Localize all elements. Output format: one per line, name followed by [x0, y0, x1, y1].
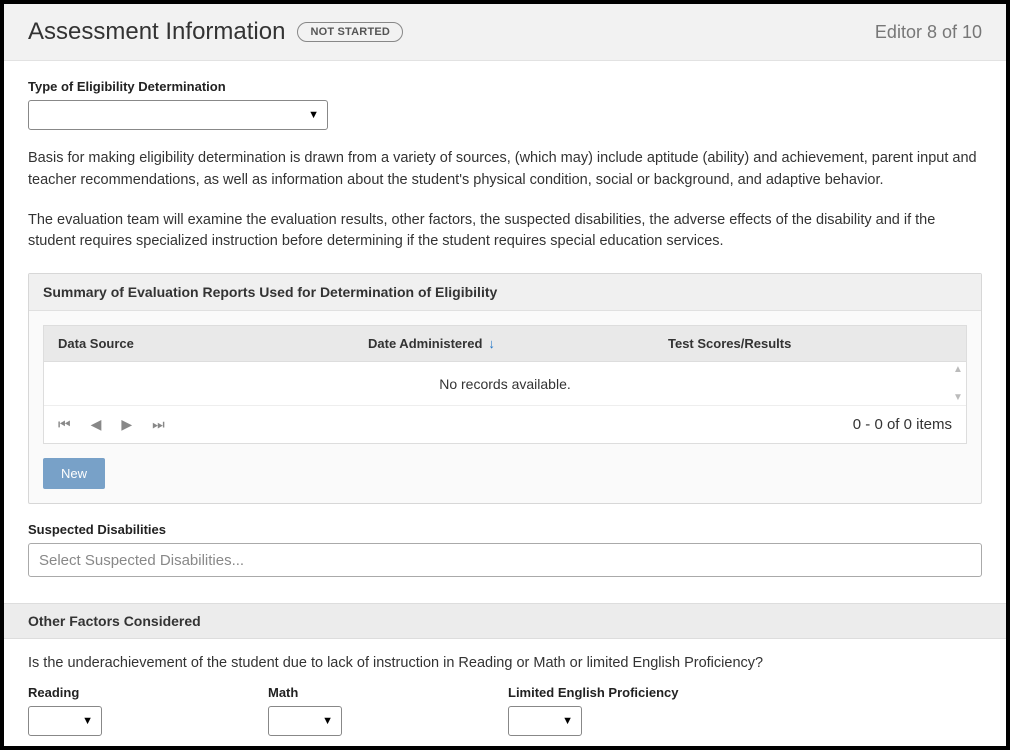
chevron-down-icon: ▼ [322, 715, 333, 727]
lep-label: Limited English Proficiency [508, 685, 808, 700]
reading-select[interactable]: ▼ [28, 706, 102, 736]
pager-last-icon[interactable]: ⏭ [152, 416, 165, 433]
type-of-eligibility-select[interactable]: ▼ [28, 100, 328, 130]
suspected-disabilities-label: Suspected Disabilities [28, 522, 982, 537]
underachievement-question: Is the underachievement of the student d… [4, 639, 1006, 671]
suspected-disabilities-input[interactable]: Select Suspected Disabilities... [28, 543, 982, 577]
scroll-down-icon: ▼ [953, 392, 963, 403]
column-test-scores[interactable]: Test Scores/Results [654, 326, 966, 361]
pager: ⏮ ◀ ▶ ⏭ [58, 416, 165, 433]
suspected-disabilities-placeholder: Select Suspected Disabilities... [39, 552, 244, 569]
chevron-down-icon: ▼ [308, 109, 319, 121]
grid-header-row: Data Source Date Administered ↓ Test Sco… [44, 326, 966, 362]
page-title: Assessment Information [28, 18, 285, 46]
summary-panel-header: Summary of Evaluation Reports Used for D… [29, 274, 981, 311]
math-label: Math [268, 685, 508, 700]
grid-empty-text: No records available. [439, 376, 571, 392]
pager-items-count: 0 - 0 of 0 items [853, 416, 952, 433]
pager-next-icon[interactable]: ▶ [121, 416, 132, 433]
grid-empty-row: No records available. ▲ ▼ [44, 362, 966, 406]
type-of-eligibility-label: Type of Eligibility Determination [28, 79, 982, 94]
pager-prev-icon[interactable]: ◀ [91, 416, 102, 433]
editor-counter: Editor 8 of 10 [875, 22, 982, 43]
basis-paragraph: Basis for making eligibility determinati… [28, 148, 982, 192]
grid-footer: ⏮ ◀ ▶ ⏭ 0 - 0 of 0 items [44, 406, 966, 443]
status-badge: NOT STARTED [297, 22, 403, 42]
sort-ascending-icon: ↓ [488, 336, 495, 351]
math-select[interactable]: ▼ [268, 706, 342, 736]
reading-label: Reading [28, 685, 268, 700]
column-date-administered-label: Date Administered [368, 336, 482, 351]
new-button[interactable]: New [43, 458, 105, 489]
summary-panel: Summary of Evaluation Reports Used for D… [28, 273, 982, 504]
column-data-source[interactable]: Data Source [44, 326, 354, 361]
chevron-down-icon: ▼ [562, 715, 573, 727]
grid-scrollbar[interactable]: ▲ ▼ [952, 364, 964, 403]
evaluation-reports-grid: Data Source Date Administered ↓ Test Sco… [43, 325, 967, 444]
page-header: Assessment Information NOT STARTED Edito… [4, 4, 1006, 61]
factor-selects-row: Reading ▼ Math ▼ Limited English Profici… [4, 671, 1006, 736]
lep-select[interactable]: ▼ [508, 706, 582, 736]
scroll-up-icon: ▲ [953, 364, 963, 375]
chevron-down-icon: ▼ [82, 715, 93, 727]
pager-first-icon[interactable]: ⏮ [58, 416, 71, 433]
column-date-administered[interactable]: Date Administered ↓ [354, 326, 654, 361]
other-factors-header: Other Factors Considered [4, 603, 1006, 639]
evaluation-paragraph: The evaluation team will examine the eva… [28, 210, 982, 254]
